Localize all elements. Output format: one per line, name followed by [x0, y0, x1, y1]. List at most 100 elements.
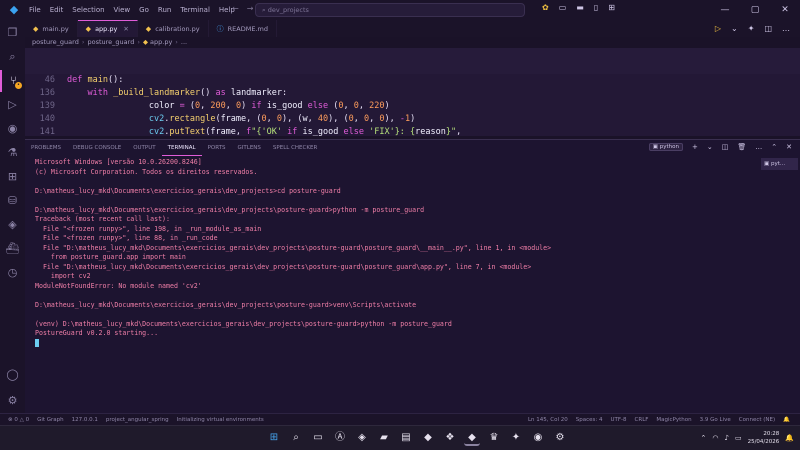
git-graph-status[interactable]: Git Graph [37, 417, 64, 423]
tab-debug-console[interactable]: DEBUG CONSOLE [67, 140, 127, 156]
maximize-panel-icon[interactable]: ⌃ [771, 143, 777, 151]
more-actions-icon[interactable]: … [755, 143, 762, 151]
bell-icon[interactable]: 🔔 [783, 417, 790, 423]
menu-file[interactable]: File [29, 6, 41, 14]
clock[interactable]: 20:28 25/04/2026 [748, 430, 780, 446]
notification-icon[interactable]: 🔔 [785, 434, 794, 442]
python-file-icon: ◆ [142, 38, 151, 46]
toggle-secondary-sidebar-icon[interactable]: ▯ [594, 3, 598, 12]
more-actions-icon[interactable]: … [782, 24, 790, 33]
tab-calibration-py[interactable]: ◆ calibration.py [138, 20, 209, 37]
app-icon[interactable]: ✦ [508, 430, 524, 446]
arc-browser-icon[interactable]: Ⓐ [332, 430, 348, 446]
search-view-icon[interactable]: ⌕ [0, 46, 25, 68]
server-status[interactable]: 127.0.0.1 [72, 417, 98, 423]
command-center-search[interactable]: ⌕ dev_projects [255, 3, 525, 17]
minimize-icon[interactable]: — [710, 0, 740, 20]
run-file-icon[interactable]: ▷ [715, 24, 721, 33]
gitlens-icon[interactable]: ◈ [0, 214, 25, 236]
terminal-list-item[interactable]: ▣ pyt... [761, 158, 798, 170]
terminal-selector[interactable]: ▣ python [648, 143, 683, 151]
tab-main-py[interactable]: ◆ main.py [25, 20, 78, 37]
obsidian-icon[interactable]: ◆ [420, 430, 436, 446]
split-terminal-icon[interactable]: ◫ [722, 143, 729, 151]
run-debug-icon[interactable]: ▷ [0, 94, 25, 116]
interpreter-go-live[interactable]: 3.9 Go Live [700, 417, 731, 423]
tab-output[interactable]: OUTPUT [127, 140, 161, 156]
indentation[interactable]: Spaces: 4 [576, 417, 603, 423]
extensions-icon[interactable]: ⊞ [0, 166, 25, 188]
breadcrumb-item[interactable]: posture_guard [87, 38, 134, 46]
language-mode[interactable]: MagicPython [656, 417, 691, 423]
docker-icon[interactable]: ⛴ [0, 238, 25, 260]
breadcrumb-item[interactable]: app.py [150, 38, 172, 46]
timeline-icon[interactable]: ◷ [0, 262, 25, 284]
new-terminal-icon[interactable]: + [692, 143, 698, 151]
forward-arrow-icon[interactable]: → [247, 4, 254, 13]
chevron-up-icon[interactable]: ⌃ [701, 434, 707, 442]
cursor-position[interactable]: Ln 145, Col 20 [528, 417, 568, 423]
notes-icon[interactable]: ▤ [398, 430, 414, 446]
wifi-icon[interactable]: ◠ [712, 434, 718, 442]
copilot-chat-icon[interactable]: ✦ [748, 24, 755, 33]
tab-app-py[interactable]: ◆ app.py ✕ [77, 20, 138, 37]
menu-selection[interactable]: Selection [72, 6, 104, 14]
tab-terminal[interactable]: TERMINAL [161, 140, 202, 156]
settings-gear-icon[interactable]: ⚙ [0, 390, 25, 412]
line-ending[interactable]: CRLF [635, 417, 649, 423]
figma-icon[interactable]: ❖ [442, 430, 458, 446]
tab-ports[interactable]: PORTS [202, 140, 232, 156]
database-icon[interactable]: ⛁ [0, 190, 25, 212]
remote-explorer-icon[interactable]: ◉ [0, 118, 25, 140]
tab-gitlens[interactable]: GITLENS [232, 140, 267, 156]
breadcrumb-item[interactable]: posture_guard [32, 38, 79, 46]
account-icon[interactable]: ◯ [0, 364, 25, 386]
close-panel-icon[interactable]: ✕ [786, 143, 792, 151]
chevron-down-icon[interactable]: ⌄ [707, 143, 713, 151]
chrome-icon[interactable]: ◉ [530, 430, 546, 446]
menu-view[interactable]: View [114, 6, 131, 14]
search-icon[interactable]: ⌕ [288, 430, 304, 446]
panel-tabs: PROBLEMS DEBUG CONSOLE OUTPUT TERMINAL P… [25, 140, 323, 156]
back-arrow-icon[interactable]: ← [232, 4, 239, 13]
code-line: 42 def main(): [25, 48, 800, 85]
battery-icon[interactable]: ▭ [735, 434, 742, 442]
brave-icon[interactable]: ♛ [486, 430, 502, 446]
settings-icon[interactable]: ⚙ [552, 430, 568, 446]
task-view-icon[interactable]: ▭ [310, 430, 326, 446]
tab-readme-md[interactable]: ⓘ README.md [209, 20, 277, 37]
code-editor[interactable]: 42 def main(): 46 with _build_landmarker… [25, 48, 800, 163]
menu-go[interactable]: Go [139, 6, 149, 14]
close-icon[interactable]: ✕ [770, 0, 800, 20]
toggle-panel-icon[interactable]: ▬ [576, 3, 584, 12]
breadcrumb-item[interactable]: ... [181, 38, 187, 46]
encoding[interactable]: UTF-8 [610, 417, 626, 423]
kill-terminal-icon[interactable]: 🗑 [737, 143, 746, 151]
tab-spell-checker[interactable]: SPELL CHECKER [267, 140, 323, 156]
close-tab-icon[interactable]: ✕ [123, 25, 128, 33]
problems-status[interactable]: ⊗ 0 △ 0 [8, 417, 29, 423]
menu-run[interactable]: Run [158, 6, 171, 14]
split-editor-icon[interactable]: ◫ [764, 24, 772, 33]
vscode-taskbar-icon[interactable]: ◆ [464, 430, 480, 446]
copilot-icon[interactable]: ✿ [542, 3, 549, 12]
volume-icon[interactable]: ♪ [724, 434, 728, 442]
tab-problems[interactable]: PROBLEMS [25, 140, 67, 156]
layout-icon[interactable]: ⊞ [608, 3, 615, 12]
menu-terminal[interactable]: Terminal [180, 6, 210, 14]
maximize-icon[interactable]: ▢ [740, 0, 770, 20]
chevron-down-icon[interactable]: ⌄ [731, 24, 738, 33]
explorer-icon[interactable]: ❐ [0, 22, 25, 44]
testing-icon[interactable]: ⚗ [0, 142, 25, 164]
windows-start-icon[interactable]: ⊞ [266, 430, 282, 446]
source-control-icon[interactable]: ⑂ • [0, 70, 25, 92]
file-explorer-icon[interactable]: ▰ [376, 430, 392, 446]
terminal-line: Microsoft Windows [versão 10.0.26200.824… [35, 158, 202, 166]
project-status[interactable]: project_angular_spring [106, 417, 169, 423]
menu-edit[interactable]: Edit [50, 6, 64, 14]
connect-status[interactable]: Connect (NE) [739, 417, 775, 423]
venv-status[interactable]: Initializing virtual environments [177, 417, 264, 423]
toggle-sidebar-icon[interactable]: ▭ [559, 3, 567, 12]
terminal-output[interactable]: Microsoft Windows [versão 10.0.26200.824… [35, 158, 755, 348]
store-icon[interactable]: ◈ [354, 430, 370, 446]
